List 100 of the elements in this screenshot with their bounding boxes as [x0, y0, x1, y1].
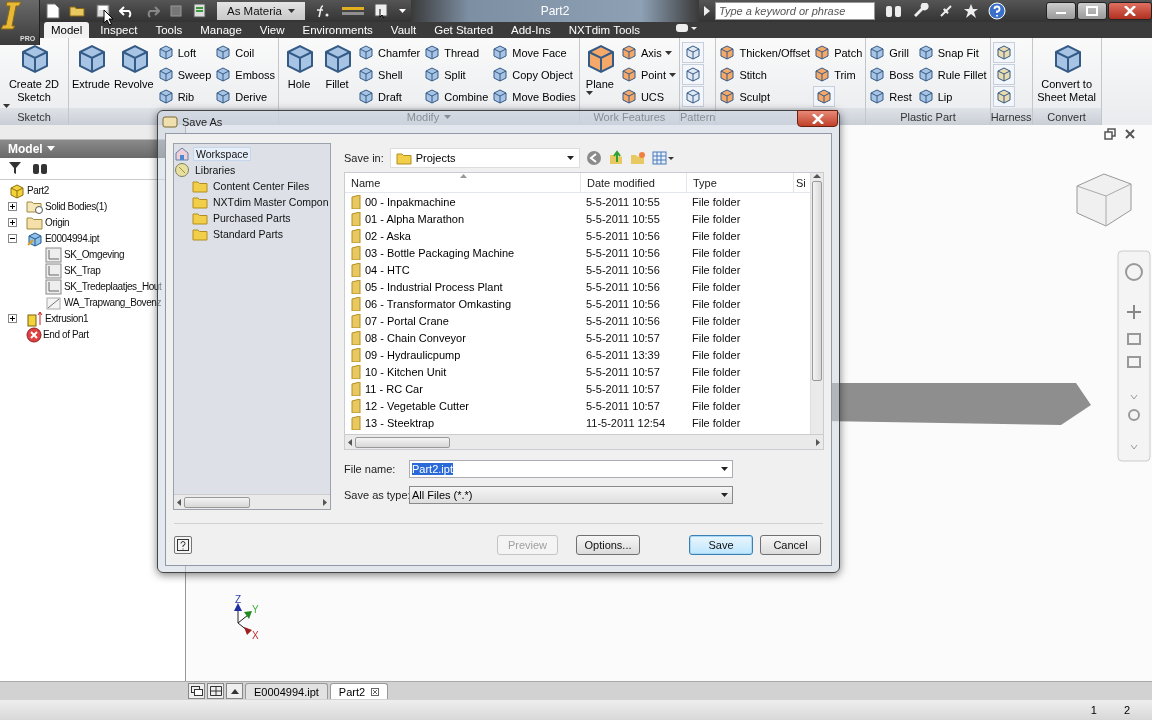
satellite-icon[interactable] — [938, 3, 954, 19]
ribbon-tab[interactable]: Model — [44, 22, 90, 38]
document-icon[interactable] — [169, 4, 183, 18]
tool-button[interactable]: Chamfer — [357, 42, 422, 63]
tool-button[interactable]: Move Bodies — [491, 86, 577, 107]
tool-button[interactable] — [681, 64, 704, 85]
place-item[interactable]: NXTdim Master Compon — [211, 196, 331, 208]
dialog-button[interactable]: Save — [689, 535, 753, 555]
file-row[interactable]: 10 - Kitchen Unit 5-5-2011 10:57 File folder — [345, 363, 810, 380]
file-row[interactable]: 08 - Chain Conveyor 5-5-2011 10:57 File folder — [345, 329, 810, 346]
place-item[interactable]: Purchased Parts — [211, 212, 293, 224]
tool-button[interactable] — [992, 64, 1015, 85]
tool-button[interactable]: Derive — [214, 86, 277, 107]
tree-item[interactable]: End of Part — [43, 329, 89, 341]
minimize-button[interactable] — [1046, 2, 1076, 20]
tool-button[interactable]: Thicken/Offset — [718, 42, 812, 63]
help-icon[interactable] — [988, 2, 1006, 20]
ribbon-tab[interactable]: Vault — [383, 22, 424, 38]
file-row[interactable]: 01 - Alpha Marathon 5-5-2011 10:55 File folder — [345, 210, 810, 227]
cascade-button[interactable] — [188, 683, 205, 700]
close-button[interactable] — [797, 110, 838, 127]
tool-button[interactable]: Shell — [357, 64, 422, 85]
column-header[interactable]: Name — [345, 173, 581, 193]
column-header[interactable]: Type — [687, 173, 794, 193]
expand-icon[interactable] — [8, 314, 17, 324]
tool-button[interactable] — [992, 86, 1015, 107]
tool-button[interactable]: Boss — [868, 64, 915, 85]
tool-button[interactable]: Snap Fit — [916, 42, 988, 63]
close-icon[interactable] — [1124, 127, 1136, 140]
material-dropdown[interactable]: As Materia — [217, 2, 305, 20]
tool-button[interactable]: Patch — [813, 42, 864, 63]
tool-button[interactable]: Point — [619, 64, 677, 85]
wrench-icon[interactable] — [913, 3, 929, 19]
file-row[interactable]: 00 - Inpakmachine 5-5-2011 10:55 File folder — [345, 193, 810, 210]
open-folder-icon[interactable] — [69, 4, 87, 18]
tool-button[interactable]: Extrude — [71, 42, 111, 108]
tool-button[interactable]: Rest — [868, 86, 915, 107]
dialog-button[interactable]: Options... — [576, 535, 640, 555]
tool-button[interactable]: Coil — [214, 42, 277, 63]
view-menu-icon[interactable] — [651, 150, 674, 166]
tree-item[interactable]: Solid Bodies(1) — [45, 201, 107, 213]
expand-icon[interactable] — [704, 6, 710, 16]
tool-button[interactable]: Fillet — [319, 42, 356, 108]
dialog-button[interactable]: Cancel — [760, 535, 821, 555]
column-header[interactable]: Date modified — [581, 173, 687, 193]
tool-button[interactable]: Hole — [281, 42, 318, 108]
tree-item[interactable]: Origin — [45, 217, 70, 229]
tool-button[interactable] — [681, 86, 704, 107]
file-row[interactable]: 09 - Hydraulicpump 6-5-2011 13:39 File folder — [345, 346, 810, 363]
tool-button[interactable]: Thread — [423, 42, 490, 63]
tool-button[interactable]: Lip — [916, 86, 988, 107]
column-header[interactable]: Si — [794, 173, 810, 193]
panel-title[interactable]: Harness — [990, 110, 1032, 123]
ribbon-tab[interactable]: Add-Ins — [504, 22, 558, 38]
file-name-field[interactable]: Part2.ipt — [409, 460, 733, 478]
expand-icon[interactable] — [8, 218, 17, 228]
tool-button[interactable]: Combine — [423, 86, 490, 107]
scrollbar-thumb[interactable] — [812, 181, 822, 381]
file-row[interactable]: 03 - Bottle Packaging Machine 5-5-2011 10:56 File folder — [345, 244, 810, 261]
tool-button[interactable]: Copy Object — [491, 64, 577, 85]
tree-item[interactable]: Extrusion1 — [45, 313, 89, 325]
binoculars-icon[interactable] — [32, 161, 48, 176]
star-icon[interactable] — [963, 3, 979, 19]
filter-icon[interactable] — [8, 161, 22, 176]
file-row[interactable]: 13 - Steektrap 11-5-2011 12:54 File folder — [345, 414, 810, 431]
tool-button[interactable]: Sculpt — [718, 86, 812, 107]
tool-button[interactable]: Grill — [868, 42, 915, 63]
update-icon[interactable] — [192, 3, 208, 19]
file-type-dropdown[interactable]: All Files (*.*) — [409, 486, 733, 504]
ribbon-tab[interactable]: Environments — [295, 22, 380, 38]
navigation-bar[interactable] — [1117, 249, 1151, 462]
document-tab[interactable]: Part2 — [329, 683, 389, 700]
file-row[interactable]: 04 - HTC 5-5-2011 10:56 File folder — [345, 261, 810, 278]
file-row[interactable]: 05 - Industrial Process Plant 5-5-2011 10:56 File folder — [345, 278, 810, 295]
tool-button[interactable]: Trim — [813, 64, 864, 85]
file-row[interactable]: 11 - RC Car 5-5-2011 10:57 File folder — [345, 380, 810, 397]
place-item[interactable]: Content Center Files — [211, 180, 312, 192]
ribbon-tab[interactable]: Tools — [148, 22, 190, 38]
tree-item[interactable]: SK_Omgeving — [64, 249, 125, 261]
new-file-icon[interactable] — [46, 3, 60, 19]
tool-button[interactable]: Create 2D Sketch — [2, 42, 66, 108]
expand-icon[interactable] — [8, 202, 17, 212]
search-field[interactable]: Type a keyword or phrase — [715, 2, 875, 20]
restore-icon[interactable] — [1104, 127, 1116, 140]
tree-item[interactable]: E0004994.ipt — [45, 233, 100, 245]
place-item[interactable]: Workspace — [193, 147, 252, 161]
tool-button[interactable]: Rib — [156, 86, 213, 107]
color-bar-icon[interactable] — [341, 6, 365, 16]
place-item[interactable]: Libraries — [193, 164, 238, 176]
tool-button[interactable] — [813, 86, 836, 107]
tool-button[interactable]: Emboss — [214, 64, 277, 85]
tool-button[interactable]: UCS — [619, 86, 677, 107]
close-icon[interactable] — [371, 687, 380, 696]
tool-button[interactable]: Sweep — [156, 64, 213, 85]
tool-button[interactable]: Split — [423, 64, 490, 85]
ribbon-tab[interactable]: View — [252, 22, 292, 38]
tool-button[interactable]: Convert to Sheet Metal — [1034, 42, 1099, 108]
ribbon-tab[interactable]: NXTdim Tools — [561, 22, 648, 38]
binoculars-icon[interactable] — [884, 3, 904, 19]
ribbon-tab[interactable]: Inspect — [93, 22, 145, 38]
